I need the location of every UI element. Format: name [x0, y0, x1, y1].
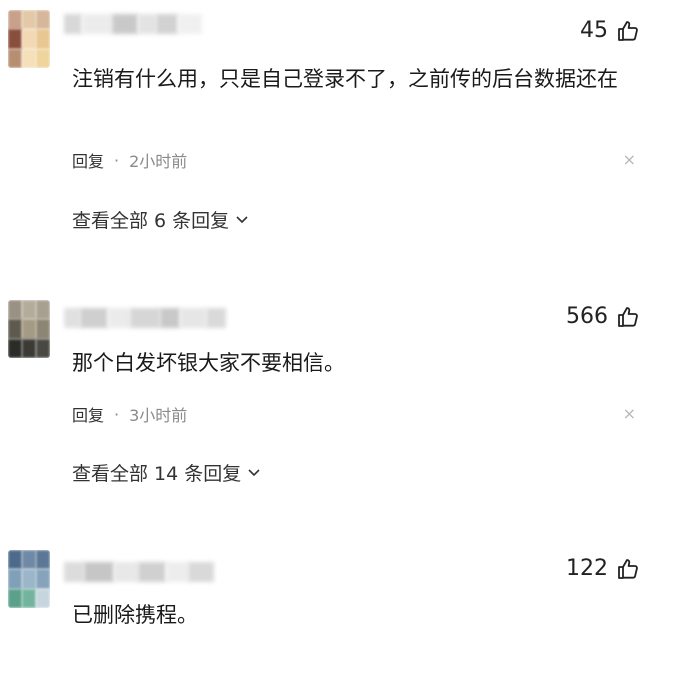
close-icon[interactable]: ×: [623, 150, 636, 169]
view-all-label: 查看全部 14 条回复: [72, 463, 242, 485]
comment-text: 那个白发坏银大家不要相信。: [72, 351, 345, 375]
chevron-down-icon: [248, 468, 260, 476]
comment-meta: 回复 · 2小时前: [72, 148, 187, 172]
comment-meta: 回复 · 3小时前: [72, 402, 187, 426]
thumbs-up-icon: [618, 20, 638, 41]
like-count: 122: [566, 556, 608, 581]
separator-dot: ·: [114, 404, 120, 424]
thumbs-up-icon: [618, 558, 638, 579]
thumbs-up-icon: [618, 306, 638, 327]
timestamp: 3小时前: [129, 406, 188, 425]
like-button[interactable]: 566: [566, 304, 640, 329]
like-count: 45: [580, 18, 608, 43]
comment-text: 注销有什么用，只是自己登录不了，之前传的后台数据还在: [72, 67, 618, 91]
timestamp: 2小时前: [129, 152, 188, 171]
reply-button[interactable]: 回复: [72, 148, 104, 172]
chevron-down-icon: [236, 215, 248, 223]
view-all-replies[interactable]: 查看全部 6 条回复: [72, 206, 249, 233]
reply-button[interactable]: 回复: [72, 402, 104, 426]
username-blurred[interactable]: [64, 14, 202, 34]
close-icon[interactable]: ×: [623, 404, 636, 423]
avatar[interactable]: [8, 10, 50, 68]
avatar[interactable]: [8, 300, 50, 358]
comment-text: 已删除携程。: [72, 603, 198, 627]
username-blurred[interactable]: [64, 308, 226, 328]
like-button[interactable]: 122: [566, 556, 640, 581]
view-all-replies[interactable]: 查看全部 14 条回复: [72, 459, 261, 486]
username-blurred[interactable]: [64, 562, 214, 582]
like-button[interactable]: 45: [580, 18, 640, 43]
view-all-label: 查看全部 6 条回复: [72, 210, 230, 232]
like-count: 566: [566, 304, 608, 329]
separator-dot: ·: [114, 150, 120, 170]
avatar[interactable]: [8, 550, 50, 608]
